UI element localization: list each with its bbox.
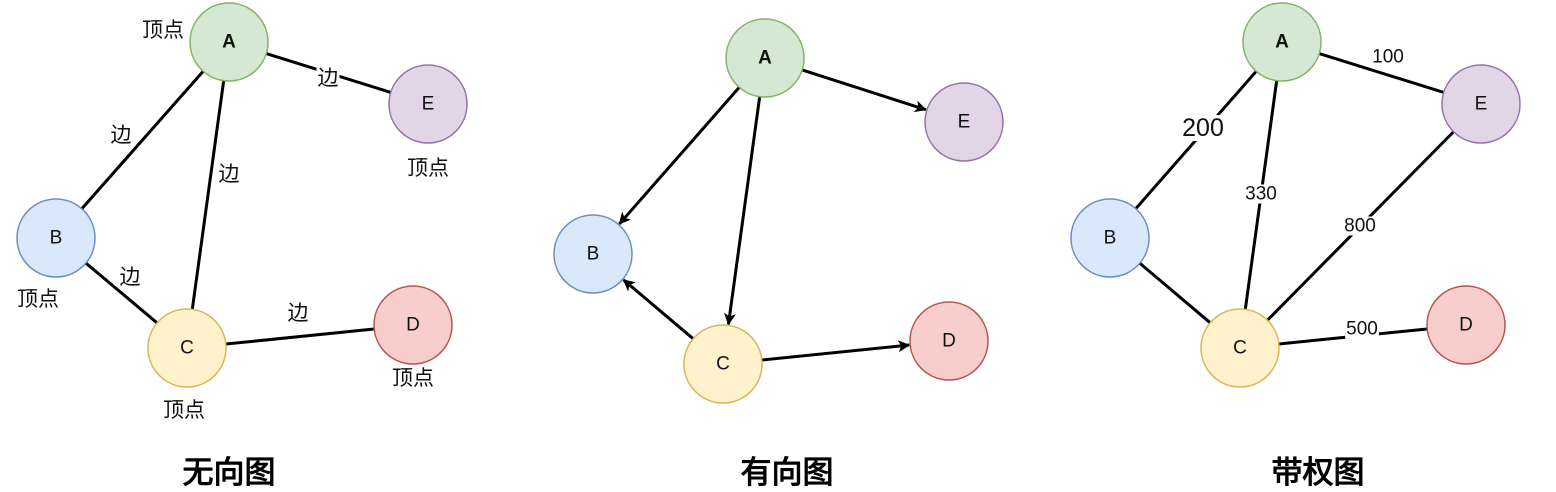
node-c: C (1200, 308, 1280, 388)
label-text: 边 (120, 265, 141, 289)
node-d: D (909, 301, 989, 381)
node-e: E (1441, 64, 1521, 144)
node-label: A (222, 32, 236, 53)
vertex-annotation: 顶点 (17, 287, 59, 311)
edge-a-b (618, 86, 741, 225)
label-text: 100 (1372, 47, 1404, 68)
vertex-annotation: 顶点 (392, 366, 434, 390)
node-b: B (16, 198, 96, 278)
node-label: C (1233, 338, 1247, 359)
node-label: B (1104, 228, 1117, 249)
node-c: C (147, 308, 227, 388)
node-label: A (758, 48, 772, 69)
label-text: 边 (318, 66, 339, 90)
edge-a-c (723, 96, 762, 326)
node-label: D (406, 315, 420, 336)
directed-graph-title: 有向图 (741, 455, 834, 491)
node-e: E (924, 82, 1004, 162)
edge-c-d (225, 327, 375, 346)
node-label: A (1275, 32, 1289, 53)
edge-a-e (801, 68, 927, 113)
node-label: E (422, 94, 435, 115)
node-label: E (1475, 94, 1488, 115)
node-label: B (50, 228, 63, 249)
weight-label: 800 (1343, 216, 1377, 237)
node-label: C (180, 338, 194, 359)
label-text: 500 (1346, 319, 1378, 340)
undirected-graph-title: 无向图 (183, 455, 276, 491)
node-d: D (1426, 285, 1506, 365)
undirected-graph: AEBCD边边边边边顶点顶点顶点顶点顶点无向图 (16, 2, 468, 491)
graph-types-figure: A E B C D 边边边边边顶点 顶点 顶点 顶点 顶点 无向图 A E B C D 有向图 A E B C D 100 2… (0, 0, 1556, 492)
label-text: 边 (219, 162, 240, 186)
node-e: E (388, 64, 468, 144)
node-a: A (725, 18, 805, 98)
node-a: A (189, 2, 269, 82)
directed-graph: A E B C D 有向图 (553, 18, 1004, 491)
graph-diagrams-canvas: AEBCD边边边边边顶点顶点顶点顶点顶点无向图AEBCD有向图AEBCD1002… (16, 2, 1521, 491)
node-label: B (587, 244, 600, 265)
label-text: 800 (1344, 216, 1376, 237)
label-text: 330 (1245, 184, 1277, 205)
edge-label: 边 (316, 66, 340, 90)
edge-a-b (80, 70, 205, 210)
vertex-annotation: 顶点 (163, 398, 205, 422)
label-text: 200 (1182, 114, 1224, 142)
node-label: C (716, 354, 730, 375)
edge-a-c (190, 80, 226, 310)
edge-b-c (1138, 262, 1212, 324)
node-b: B (553, 214, 633, 294)
node-label: D (942, 331, 956, 352)
edge-label: 边 (286, 301, 310, 325)
node-label: D (1459, 315, 1473, 336)
edge-label: 边 (118, 265, 142, 289)
weighted-graph: A E B C D 100 200 330 800 500 带权图 (1070, 2, 1521, 491)
weight-label: 330 (1244, 184, 1278, 205)
node-d: D (373, 285, 453, 365)
node-b: B (1070, 198, 1150, 278)
vertex-annotation: 顶点 (142, 18, 184, 42)
weight-label: 500 (1345, 319, 1379, 340)
edge-label: 边 (217, 162, 241, 186)
node-a: A (1242, 2, 1322, 82)
edge-c-d (761, 340, 911, 362)
label-text: 边 (288, 301, 309, 325)
node-label: E (958, 112, 971, 133)
node-c: C (683, 324, 763, 404)
edge-label: 边 (109, 123, 133, 147)
vertex-annotation: 顶点 (407, 156, 449, 180)
weight-label: 200 (1181, 114, 1225, 142)
edge-c-b (622, 278, 695, 340)
weighted-graph-title: 带权图 (1272, 455, 1365, 491)
weight-label: 100 (1371, 47, 1405, 68)
label-text: 边 (111, 123, 132, 147)
